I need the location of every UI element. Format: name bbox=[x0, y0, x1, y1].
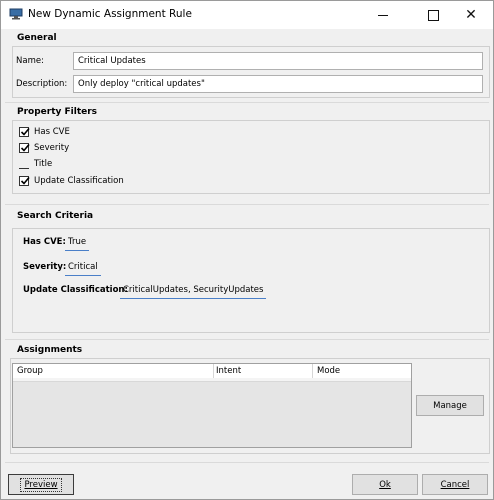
description-label: Description: bbox=[16, 79, 68, 89]
general-group-title: General bbox=[17, 33, 57, 43]
name-input[interactable]: Critical Updates bbox=[73, 52, 483, 70]
checkbox-checked-icon[interactable] bbox=[19, 143, 30, 153]
filter-has-cve[interactable]: Has CVE bbox=[19, 125, 70, 139]
separator bbox=[5, 102, 489, 103]
minimize-button[interactable] bbox=[361, 1, 405, 29]
title-bar[interactable]: New Dynamic Assignment Rule ✕ bbox=[1, 1, 493, 29]
assignments-grid[interactable]: Group Intent Mode bbox=[12, 363, 412, 448]
manage-button[interactable]: Manage bbox=[416, 395, 484, 416]
property-filters-title: Property Filters bbox=[17, 107, 98, 117]
column-divider[interactable] bbox=[213, 364, 214, 378]
ok-button-label: Ok bbox=[379, 479, 391, 490]
computer-icon bbox=[9, 8, 23, 20]
cancel-button-label: Cancel bbox=[440, 479, 470, 490]
criteria-label-update-classification: Update Classification: bbox=[23, 285, 128, 295]
filter-label: Title bbox=[34, 159, 53, 169]
column-header-mode[interactable]: Mode bbox=[317, 366, 340, 376]
separator bbox=[5, 204, 489, 205]
separator bbox=[5, 339, 489, 340]
filter-update-classification[interactable]: Update Classification bbox=[19, 174, 124, 188]
grid-scrollbar[interactable] bbox=[13, 378, 411, 382]
minimize-icon bbox=[378, 14, 388, 16]
column-header-group[interactable]: Group bbox=[17, 366, 43, 376]
close-icon: ✕ bbox=[465, 7, 477, 23]
filter-label: Update Classification bbox=[34, 176, 124, 186]
manage-button-label: Manage bbox=[433, 400, 467, 411]
dialog-window: New Dynamic Assignment Rule ✕ General Na… bbox=[0, 0, 494, 500]
close-button[interactable]: ✕ bbox=[449, 1, 493, 29]
filter-label: Has CVE bbox=[34, 127, 70, 137]
ok-button[interactable]: Ok bbox=[352, 474, 418, 495]
filter-title[interactable]: Title bbox=[19, 157, 52, 171]
search-criteria-title: Search Criteria bbox=[17, 211, 94, 221]
filter-severity[interactable]: Severity bbox=[19, 141, 69, 155]
criteria-label-severity: Severity: bbox=[23, 262, 67, 272]
column-header-intent[interactable]: Intent bbox=[216, 366, 241, 376]
window-title: New Dynamic Assignment Rule bbox=[28, 8, 192, 20]
checkbox-unchecked-icon[interactable] bbox=[19, 159, 29, 169]
column-divider[interactable] bbox=[312, 364, 313, 378]
checkbox-checked-icon[interactable] bbox=[19, 176, 30, 186]
checkbox-checked-icon[interactable] bbox=[19, 127, 30, 137]
criteria-label-has-cve: Has CVE: bbox=[23, 237, 66, 247]
criteria-value-severity[interactable]: Critical bbox=[65, 262, 101, 276]
criteria-value-update-classification[interactable]: CriticalUpdates, SecurityUpdates bbox=[120, 285, 267, 299]
maximize-icon bbox=[427, 9, 439, 21]
criteria-value-has-cve[interactable]: True bbox=[65, 237, 90, 251]
preview-button[interactable]: Preview bbox=[8, 474, 74, 495]
cancel-button[interactable]: Cancel bbox=[422, 474, 488, 495]
assignments-title: Assignments bbox=[17, 345, 83, 355]
filter-label: Severity bbox=[34, 143, 70, 153]
preview-button-label: Preview bbox=[20, 477, 62, 492]
description-input[interactable]: Only deploy "critical updates" bbox=[73, 75, 483, 93]
name-label: Name: bbox=[16, 56, 44, 66]
separator bbox=[5, 462, 489, 463]
grid-header: Group Intent Mode bbox=[13, 364, 411, 379]
